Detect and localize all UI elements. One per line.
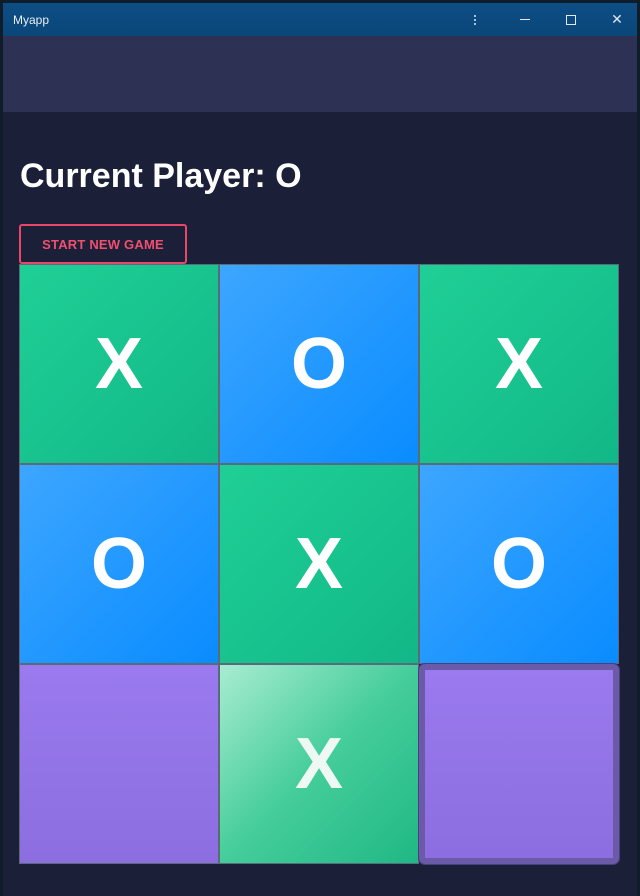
start-new-game-button[interactable]: START NEW GAME (19, 224, 187, 264)
board-cell-0-0[interactable]: X (19, 264, 219, 464)
app-window: Myapp ✕ Current Player: O START NEW GAME… (3, 3, 637, 896)
minimize-button[interactable] (505, 3, 545, 36)
game-board: X O X O X O X (19, 264, 619, 864)
board-cell-2-0[interactable] (19, 664, 219, 864)
maximize-button[interactable] (551, 3, 591, 36)
maximize-icon (566, 14, 576, 25)
board-cell-0-2[interactable]: X (419, 264, 619, 464)
board-cell-2-1[interactable]: X (219, 664, 419, 864)
board-cell-2-2[interactable] (419, 664, 619, 864)
close-button[interactable]: ✕ (597, 3, 637, 36)
title-bar[interactable]: Myapp ✕ (3, 3, 637, 36)
board-cell-1-1[interactable]: X (219, 464, 419, 664)
app-bar (3, 36, 637, 112)
board-cell-1-0[interactable]: O (19, 464, 219, 664)
board-cell-1-2[interactable]: O (419, 464, 619, 664)
more-options-icon[interactable] (455, 3, 495, 36)
board-cell-0-1[interactable]: O (219, 264, 419, 464)
current-player-heading: Current Player: O (20, 157, 302, 195)
window-title: Myapp (13, 13, 50, 27)
close-icon: ✕ (611, 11, 623, 28)
minimize-icon (520, 19, 530, 20)
